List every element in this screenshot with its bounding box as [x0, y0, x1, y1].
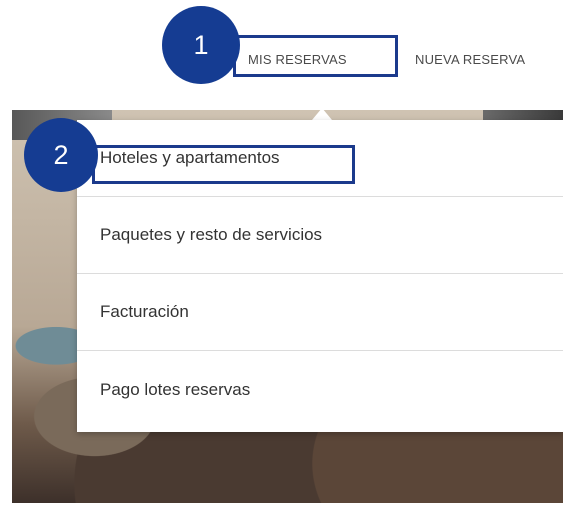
menu-item-pago-lotes[interactable]: Pago lotes reservas	[77, 351, 563, 428]
dropdown-caret	[312, 108, 332, 120]
step-2-highlight-box	[92, 145, 355, 184]
step-2-badge: 2	[24, 118, 98, 192]
step-1-highlight-box	[233, 35, 398, 77]
menu-item-facturacion[interactable]: Facturación	[77, 274, 563, 351]
step-1-badge: 1	[162, 6, 240, 84]
nav-nueva-reserva[interactable]: NUEVA RESERVA	[415, 52, 525, 67]
menu-item-paquetes[interactable]: Paquetes y resto de servicios	[77, 197, 563, 274]
